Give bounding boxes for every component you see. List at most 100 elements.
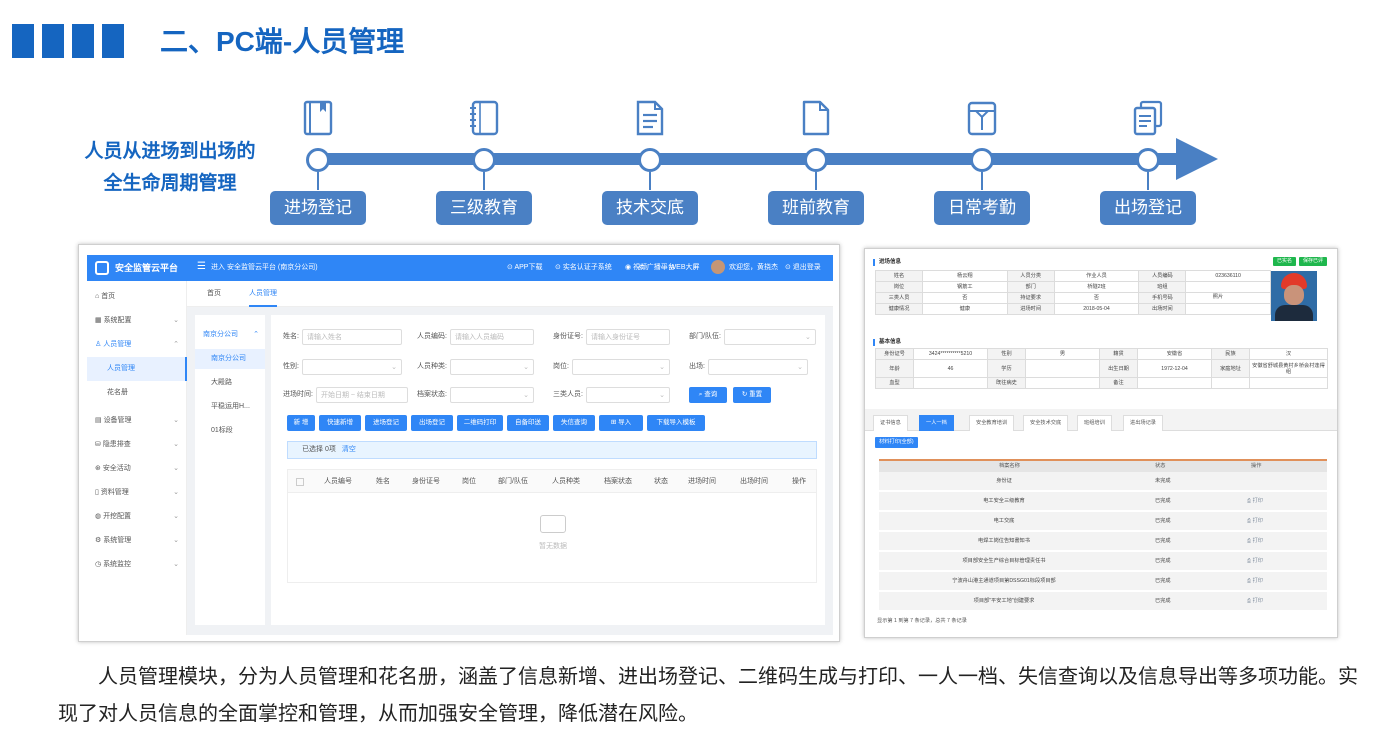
tab-personnel[interactable]: 人员管理: [249, 289, 277, 307]
tree-node[interactable]: 平稳运用H...: [195, 397, 265, 417]
tab-team-training[interactable]: 班组培训: [1077, 415, 1112, 431]
column-header[interactable]: 部门/队伍: [498, 470, 528, 494]
column-header[interactable]: 人员编号: [324, 470, 352, 494]
team-field: 部门/队伍: ⌄: [689, 329, 816, 345]
basic-info-table: 身份证号 3424**********5210 性别男 籍贯 安徽省 民族汉 年龄 4…: [875, 348, 1328, 389]
column-header[interactable]: 操作: [792, 470, 806, 494]
caption-line-1: 人员从进场到出场的: [84, 141, 256, 162]
tab-safety-training[interactable]: 安全教育培训: [969, 415, 1015, 431]
entry-register-button[interactable]: 进场登记: [365, 415, 407, 431]
search-icon[interactable]: ⌕: [693, 263, 697, 273]
section-basic-info: 基本信息: [873, 339, 901, 346]
exit-register-button[interactable]: 出场登记: [411, 415, 453, 431]
select-all-checkbox[interactable]: [296, 478, 304, 486]
sidebar-subitem-roster[interactable]: 花名册: [87, 381, 187, 405]
add-button[interactable]: 新 增: [287, 415, 315, 431]
tree-node-selected[interactable]: 南京分公司: [195, 349, 265, 369]
print-all-button[interactable]: 材料打印(全部): [875, 437, 918, 448]
gender-select[interactable]: ⌄: [301, 359, 402, 375]
column-header[interactable]: 档案状态: [604, 470, 632, 494]
print-link[interactable]: ⎙ 打印: [1247, 532, 1263, 551]
clear-selection-link[interactable]: 清空: [342, 446, 356, 453]
quick-add-button[interactable]: 快速新增: [319, 415, 361, 431]
name-input[interactable]: 请输入姓名: [301, 329, 402, 345]
tree-root[interactable]: 南京分公司 ⌃: [195, 325, 265, 345]
archive-select[interactable]: ⌄: [449, 387, 534, 403]
sidebar-item-hazard[interactable]: ⛁ 隐患排查 ⌄: [87, 433, 187, 457]
dishonest-query-button[interactable]: 失信查询: [553, 415, 595, 431]
tab-certificates[interactable]: 证书信息: [873, 415, 908, 431]
sidebar-item-excavation[interactable]: ◍ 开挖配置 ⌄: [87, 505, 187, 529]
type-select[interactable]: ⌄: [449, 359, 534, 375]
nav-logout[interactable]: ⊙ 退出登录: [785, 263, 821, 273]
sidebar-item-safety-activity[interactable]: ⊛ 安全活动 ⌄: [87, 457, 187, 481]
print-link[interactable]: ⎙ 打印: [1247, 592, 1263, 611]
code-input[interactable]: 请输入人员编码: [449, 329, 534, 345]
tree-node[interactable]: 大殿路: [195, 373, 265, 393]
stage-label: 三级教育: [436, 191, 532, 225]
sidebar-item-system-manage[interactable]: ⚙ 系统管理 ⌄: [87, 529, 187, 553]
time-range-input[interactable]: 开始日期 ~ 结束日期: [315, 387, 408, 403]
user-avatar[interactable]: [711, 260, 725, 274]
nav-broadcast[interactable]: ⊂ 广播平台: [639, 263, 675, 273]
time-field: 进场时间: 开始日期 ~ 结束日期: [283, 387, 408, 403]
tab-entry-exit-records[interactable]: 进出场记录: [1123, 415, 1163, 431]
worker-photo: [1271, 271, 1317, 321]
sidebar-item-equipment[interactable]: ▤ 设备管理 ⌄: [87, 409, 187, 433]
post-select[interactable]: ⌄: [571, 359, 670, 375]
stage-node: [472, 148, 496, 172]
gender-field: 性别: ⌄: [283, 359, 402, 375]
reset-button[interactable]: ↻ 重置: [733, 387, 771, 403]
qr-print-button[interactable]: 二维码打印: [457, 415, 503, 431]
sidebar-item-personnel[interactable]: ♙ 人员管理 ⌃: [87, 333, 187, 357]
print-link[interactable]: ⎙ 打印: [1247, 492, 1263, 511]
stage-node: [306, 148, 330, 172]
self-print-button[interactable]: 自备印送: [507, 415, 549, 431]
sidebar-item-home[interactable]: ⌂ 首页: [87, 285, 187, 309]
team-select[interactable]: ⌄: [723, 329, 816, 345]
print-link[interactable]: ⎙ 打印: [1247, 572, 1263, 591]
tab-one-person-one-file[interactable]: 一人一档: [919, 415, 954, 431]
column-header[interactable]: 状态: [654, 470, 668, 494]
sidebar-subitem-personnel[interactable]: 人员管理: [87, 357, 187, 381]
sidebar-item-system-config[interactable]: ▦ 系统配置 ⌄: [87, 309, 187, 333]
three-type-field: 三类人员: ⌄: [553, 387, 670, 403]
tree-node[interactable]: 01标段: [195, 421, 265, 441]
print-link[interactable]: ⎙ 打印: [1247, 552, 1263, 571]
column-header[interactable]: 进场时间: [688, 470, 716, 494]
nav-realname-system[interactable]: ⊙ 实名认证子系统: [555, 263, 612, 273]
document-row: 电焊工岗位告知書知书 已完成 ⎙ 打印: [879, 532, 1327, 551]
empty-box-icon: [540, 515, 566, 533]
tab-home[interactable]: 首页: [207, 289, 221, 299]
page-tabs: 首页 人员管理: [187, 281, 833, 307]
stage-node: [804, 148, 828, 172]
stage-label: 进场登记: [270, 191, 366, 225]
copy-icon: [1133, 100, 1163, 136]
sidebar-item-documents[interactable]: ▯ 资料管理 ⌄: [87, 481, 187, 505]
id-field: 身份证号: 请输入身份证号: [553, 329, 670, 345]
id-input[interactable]: 请输入身份证号: [585, 329, 670, 345]
column-header[interactable]: 人员种类: [552, 470, 580, 494]
column-header[interactable]: 身份证号: [412, 470, 440, 494]
print-link[interactable]: ⎙ 打印: [1247, 512, 1263, 531]
notebook-icon: [470, 100, 499, 136]
document-row: 项目部安全生产综合目标管理责任书 已完成 ⎙ 打印: [879, 552, 1327, 571]
brand-logo-icon: [95, 261, 109, 275]
tab-safety-briefing[interactable]: 安全技术交底: [1023, 415, 1069, 431]
search-button[interactable]: ⌕ 查询: [689, 387, 727, 403]
exit-field: 出场: ⌄: [689, 359, 808, 375]
sidebar-item-system-monitor[interactable]: ◷ 系统监控 ⌄: [87, 553, 187, 577]
org-tree: 南京分公司 ⌃ 南京分公司 大殿路 平稳运用H... 01标段: [195, 315, 265, 625]
download-template-button[interactable]: 下载导入模板: [647, 415, 705, 431]
code-field: 人员编码: 请输入人员编码: [417, 329, 534, 345]
nav-app-download[interactable]: ⊙ APP下载: [507, 263, 542, 273]
column-header[interactable]: 岗位: [462, 470, 476, 494]
import-button[interactable]: ⊞ 导入: [599, 415, 643, 431]
column-header[interactable]: 出场时间: [740, 470, 768, 494]
three-type-select[interactable]: ⌄: [585, 387, 670, 403]
exit-select[interactable]: ⌄: [707, 359, 808, 375]
personnel-list-screenshot: 安全监管云平台 ☰ 进入 安全监管云平台 (南京分公司) ⊙ APP下载 ⊙ 实…: [78, 244, 840, 642]
menu-toggle-icon[interactable]: ☰: [197, 261, 206, 273]
nav-welcome-user[interactable]: 欢迎您，黄挠杰: [729, 263, 778, 273]
column-header[interactable]: 姓名: [376, 470, 390, 494]
